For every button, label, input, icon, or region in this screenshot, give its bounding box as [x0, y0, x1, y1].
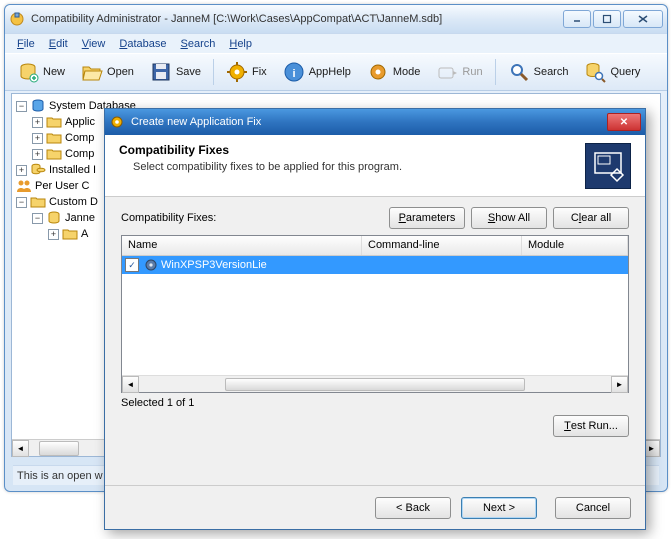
toolbar-run: Run [430, 57, 488, 87]
maximize-button[interactable] [593, 10, 621, 28]
col-name[interactable]: Name [122, 236, 362, 255]
menu-help[interactable]: Help [223, 36, 258, 52]
list-row[interactable]: ✓ WinXPSP3VersionLie [122, 256, 628, 274]
selected-count: Selected 1 of 1 [121, 397, 629, 409]
gear-fix-icon [226, 61, 248, 83]
menu-view[interactable]: View [76, 36, 112, 52]
show-all-button[interactable]: Show All [471, 207, 547, 229]
toolbar-separator [213, 59, 214, 85]
list-hscrollbar[interactable]: ◄ ► [122, 375, 628, 392]
window-title: Compatibility Administrator - JanneM [C:… [31, 13, 563, 25]
folder-icon [62, 226, 78, 242]
parameters-button[interactable]: Parameters [389, 207, 465, 229]
menubar: File Edit View Database Search Help [5, 33, 667, 53]
titlebar[interactable]: Compatibility Administrator - JanneM [C:… [5, 5, 667, 33]
toolbar: New Open Save Fix i AppHelp Mode Run [5, 53, 667, 91]
next-button[interactable]: Next > [461, 497, 537, 519]
dialog-footer: < Back Next > Cancel [105, 485, 645, 529]
col-module[interactable]: Module [522, 236, 628, 255]
run-icon [436, 61, 458, 83]
database-icon [30, 98, 46, 114]
folder-icon [30, 194, 46, 210]
toolbar-mode[interactable]: Mode [361, 57, 427, 87]
folder-icon [46, 146, 62, 162]
clear-all-button[interactable]: Clear all [553, 207, 629, 229]
dialog-title: Create new Application Fix [131, 116, 607, 128]
fixes-list[interactable]: Name Command-line Module ✓ WinXPSP3Versi… [121, 235, 629, 393]
toolbar-search[interactable]: Search [502, 57, 575, 87]
minimize-button[interactable] [563, 10, 591, 28]
list-header[interactable]: Name Command-line Module [122, 236, 628, 256]
toolbar-save[interactable]: Save [144, 57, 207, 87]
folder-open-icon [81, 61, 103, 83]
toolbar-new[interactable]: New [11, 57, 71, 87]
databases-icon [30, 162, 46, 178]
menu-edit[interactable]: Edit [43, 36, 74, 52]
menu-database[interactable]: Database [113, 36, 172, 52]
scroll-right-icon[interactable]: ► [611, 376, 628, 393]
fixes-label: Compatibility Fixes: [121, 212, 383, 224]
toolbar-apphelp[interactable]: i AppHelp [277, 57, 357, 87]
database-icon [46, 210, 62, 226]
save-icon [150, 61, 172, 83]
app-icon [9, 11, 25, 27]
cancel-button[interactable]: Cancel [555, 497, 631, 519]
folder-icon [46, 130, 62, 146]
dialog-heading: Compatibility Fixes [119, 143, 585, 157]
dialog-close-button[interactable]: ✕ [607, 113, 641, 131]
toolbar-separator [495, 59, 496, 85]
status-text: This is an open w [17, 470, 103, 482]
search-icon [508, 61, 530, 83]
toolbar-open[interactable]: Open [75, 57, 140, 87]
info-icon: i [283, 61, 305, 83]
dialog-titlebar[interactable]: Create new Application Fix ✕ [105, 109, 645, 135]
gear-icon [109, 114, 125, 130]
scroll-left-icon[interactable]: ◄ [122, 376, 139, 393]
wizard-icon [585, 143, 631, 189]
col-cmdline[interactable]: Command-line [362, 236, 522, 255]
gear-small-icon [143, 257, 159, 273]
close-button[interactable] [623, 10, 663, 28]
dialog-subheading: Select compatibility fixes to be applied… [133, 161, 585, 173]
query-icon [584, 61, 606, 83]
gear-mode-icon [367, 61, 389, 83]
dialog-header: Compatibility Fixes Select compatibility… [105, 135, 645, 197]
folder-icon [46, 114, 62, 130]
test-run-button[interactable]: Test Run... [553, 415, 629, 437]
users-icon [16, 178, 32, 194]
menu-file[interactable]: File [11, 36, 41, 52]
scroll-left-icon[interactable]: ◄ [12, 440, 29, 457]
row-checkbox[interactable]: ✓ [125, 258, 139, 272]
menu-search[interactable]: Search [174, 36, 221, 52]
database-new-icon [17, 61, 39, 83]
svg-text:i: i [292, 68, 295, 80]
create-fix-dialog: Create new Application Fix ✕ Compatibili… [104, 108, 646, 530]
toolbar-query[interactable]: Query [578, 57, 646, 87]
back-button[interactable]: < Back [375, 497, 451, 519]
row-name: WinXPSP3VersionLie [161, 259, 267, 271]
toolbar-fix[interactable]: Fix [220, 57, 273, 87]
scroll-thumb[interactable] [225, 378, 525, 391]
scroll-thumb[interactable] [39, 441, 79, 456]
